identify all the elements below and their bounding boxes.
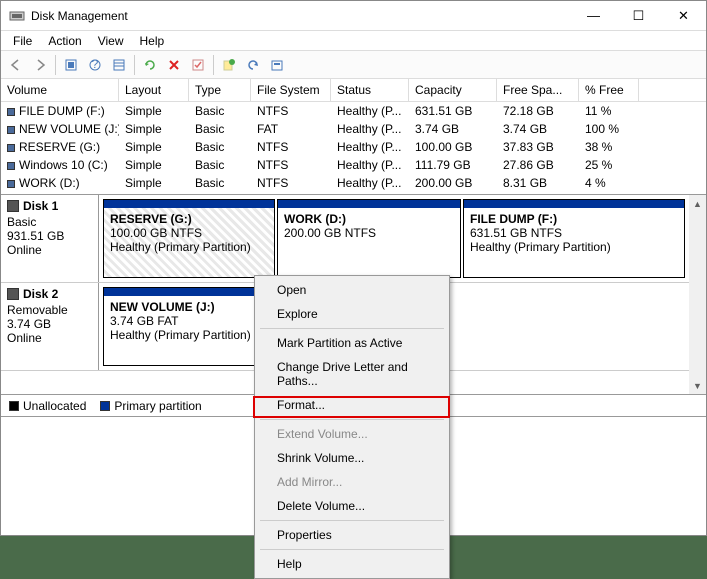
window-title: Disk Management — [31, 9, 571, 23]
disk-type: Basic — [7, 215, 92, 229]
disk-size: 3.74 GB — [7, 317, 92, 331]
col-pctfree[interactable]: % Free — [579, 79, 639, 101]
disk-name: Disk 1 — [7, 199, 92, 213]
undo-icon[interactable] — [242, 54, 264, 76]
menu-help[interactable]: Help — [257, 552, 447, 576]
context-menu: Open Explore Mark Partition as Active Ch… — [254, 275, 450, 579]
toolbar: ? — [1, 51, 706, 79]
refresh-icon[interactable] — [139, 54, 161, 76]
col-filesystem[interactable]: File System — [251, 79, 331, 101]
legend-unallocated: Unallocated — [23, 399, 86, 413]
disk-status: Online — [7, 243, 92, 257]
partition-health: Healthy (Primary Partition) — [110, 240, 268, 254]
list-icon[interactable] — [108, 54, 130, 76]
menu-mark-active[interactable]: Mark Partition as Active — [257, 331, 447, 355]
disk-info[interactable]: Disk 2 Removable 3.74 GB Online — [1, 283, 99, 370]
check-icon[interactable] — [187, 54, 209, 76]
partition-info: 100.00 GB NTFS — [110, 226, 268, 240]
tool-icon[interactable] — [60, 54, 82, 76]
forward-button[interactable] — [29, 54, 51, 76]
menu-properties[interactable]: Properties — [257, 523, 447, 547]
menu-view[interactable]: View — [90, 32, 132, 50]
scrollbar[interactable]: ▲▼ — [689, 195, 706, 394]
partition-work[interactable]: WORK (D:) 200.00 GB NTFS — [277, 199, 461, 278]
col-layout[interactable]: Layout — [119, 79, 189, 101]
menu-action[interactable]: Action — [40, 32, 89, 50]
app-icon — [9, 8, 25, 24]
partition-info: 200.00 GB NTFS — [284, 226, 454, 240]
partition-name: WORK (D:) — [284, 212, 454, 226]
partition-name: RESERVE (G:) — [110, 212, 268, 226]
delete-icon[interactable] — [163, 54, 185, 76]
disk-name: Disk 2 — [7, 287, 92, 301]
volume-row[interactable]: FILE DUMP (F:)SimpleBasicNTFSHealthy (P.… — [1, 102, 706, 120]
menu-change-letter[interactable]: Change Drive Letter and Paths... — [257, 355, 447, 393]
volume-row[interactable]: NEW VOLUME (J:)SimpleBasicFATHealthy (P.… — [1, 120, 706, 138]
disk-info[interactable]: Disk 1 Basic 931.51 GB Online — [1, 195, 99, 282]
partition-info: 3.74 GB FAT — [110, 314, 268, 328]
scroll-up-icon[interactable]: ▲ — [689, 195, 706, 212]
column-headers: Volume Layout Type File System Status Ca… — [1, 79, 706, 102]
swatch-primary — [100, 401, 110, 411]
col-type[interactable]: Type — [189, 79, 251, 101]
menu-delete-volume[interactable]: Delete Volume... — [257, 494, 447, 518]
swatch-unallocated — [9, 401, 19, 411]
menu-extend-volume: Extend Volume... — [257, 422, 447, 446]
volume-row[interactable]: WORK (D:)SimpleBasicNTFSHealthy (P...200… — [1, 174, 706, 192]
settings-icon[interactable] — [266, 54, 288, 76]
menu-format[interactable]: Format... — [257, 393, 447, 417]
partition-health: Healthy (Primary Partition) — [470, 240, 678, 254]
col-free[interactable]: Free Spa... — [497, 79, 579, 101]
menu-help[interactable]: Help — [132, 32, 173, 50]
menubar: File Action View Help — [1, 31, 706, 51]
partition-health: Healthy (Primary Partition) — [110, 328, 268, 342]
partition-filedump[interactable]: FILE DUMP (F:) 631.51 GB NTFS Healthy (P… — [463, 199, 685, 278]
disk-type: Removable — [7, 303, 92, 317]
close-button[interactable]: ✕ — [661, 1, 706, 30]
volume-row[interactable]: RESERVE (G:)SimpleBasicNTFSHealthy (P...… — [1, 138, 706, 156]
partition-name: NEW VOLUME (J:) — [110, 300, 268, 314]
scroll-down-icon[interactable]: ▼ — [689, 377, 706, 394]
partition-reserve[interactable]: RESERVE (G:) 100.00 GB NTFS Healthy (Pri… — [103, 199, 275, 278]
volume-row[interactable]: Windows 10 (C:)SimpleBasicNTFSHealthy (P… — [1, 156, 706, 174]
menu-open[interactable]: Open — [257, 278, 447, 302]
new-icon[interactable] — [218, 54, 240, 76]
volume-list: Volume Layout Type File System Status Ca… — [1, 79, 706, 195]
disk-size: 931.51 GB — [7, 229, 92, 243]
titlebar[interactable]: Disk Management — ☐ ✕ — [1, 1, 706, 31]
col-status[interactable]: Status — [331, 79, 409, 101]
svg-text:?: ? — [92, 58, 99, 71]
col-volume[interactable]: Volume — [1, 79, 119, 101]
maximize-button[interactable]: ☐ — [616, 1, 661, 30]
minimize-button[interactable]: — — [571, 1, 616, 30]
col-capacity[interactable]: Capacity — [409, 79, 497, 101]
legend-primary: Primary partition — [114, 399, 201, 413]
help-icon[interactable]: ? — [84, 54, 106, 76]
menu-shrink-volume[interactable]: Shrink Volume... — [257, 446, 447, 470]
menu-explore[interactable]: Explore — [257, 302, 447, 326]
partition-name: FILE DUMP (F:) — [470, 212, 678, 226]
menu-add-mirror: Add Mirror... — [257, 470, 447, 494]
menu-file[interactable]: File — [5, 32, 40, 50]
disk-status: Online — [7, 331, 92, 345]
back-button[interactable] — [5, 54, 27, 76]
partition-newvolume[interactable]: NEW VOLUME (J:) 3.74 GB FAT Healthy (Pri… — [103, 287, 275, 366]
partition-info: 631.51 GB NTFS — [470, 226, 678, 240]
